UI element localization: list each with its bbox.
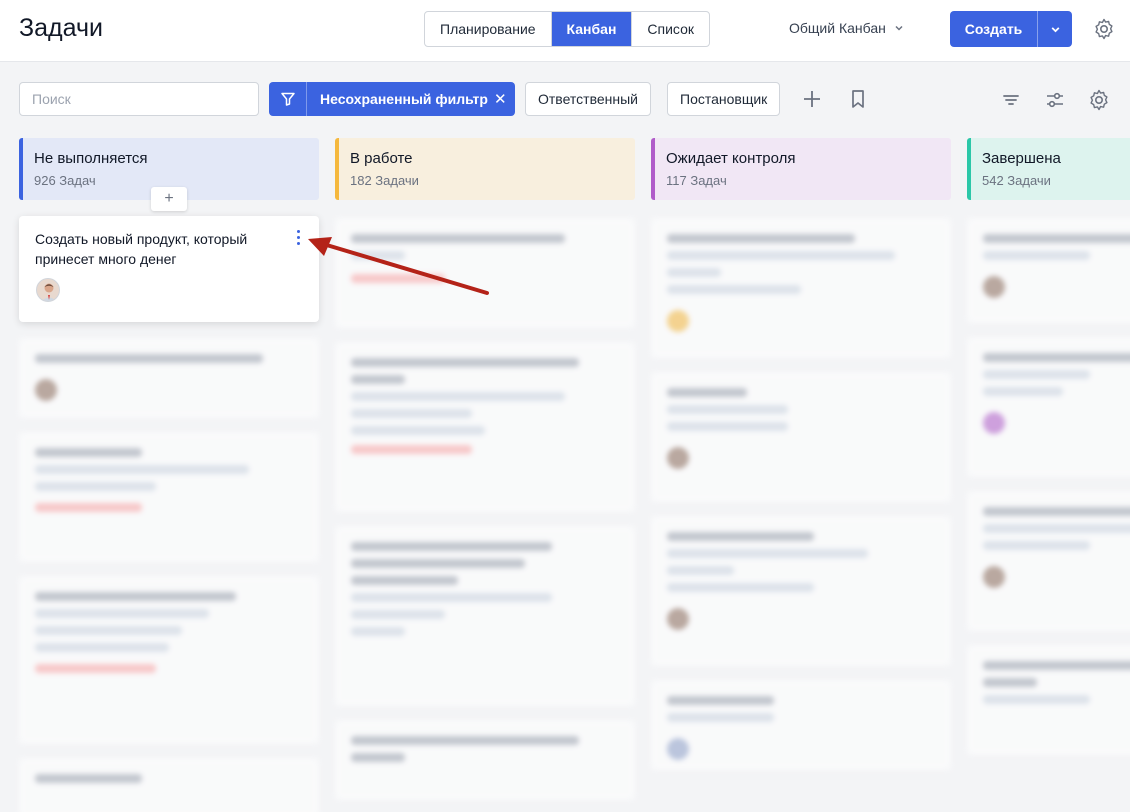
bookmark-icon[interactable] — [846, 87, 870, 111]
tab-kanban[interactable]: Канбан — [551, 12, 633, 46]
column-count: 182 Задачи — [350, 173, 419, 188]
column-title: Завершена — [982, 150, 1061, 167]
board-select[interactable]: Общий Канбан — [789, 20, 904, 36]
task-card[interactable]: Создать новый продукт, который принесет … — [19, 216, 319, 322]
author-filter-button[interactable]: Постановщик — [667, 82, 781, 116]
sort-icon[interactable] — [999, 88, 1023, 112]
column-title: Ожидает контроля — [666, 150, 796, 167]
active-filter-chip[interactable]: Несохраненный фильтр ✕ — [269, 82, 515, 116]
create-button-group: Создать — [950, 11, 1072, 47]
page-title: Задачи — [19, 14, 103, 42]
chevron-down-icon — [1051, 26, 1059, 32]
active-filter-label: Несохраненный фильтр — [320, 91, 488, 107]
tab-planning[interactable]: Планирование — [425, 12, 552, 46]
column-title: В работе — [350, 150, 413, 167]
funnel-icon[interactable] — [269, 82, 307, 116]
close-icon[interactable]: ✕ — [494, 90, 507, 108]
column-completed: Завершена 542 Задачи — [967, 138, 1130, 812]
column-title: Не выполняется — [34, 150, 148, 167]
task-card-title: Создать новый продукт, который принесет … — [35, 231, 248, 267]
plus-icon[interactable] — [800, 87, 824, 111]
column-header[interactable]: В работе 182 Задачи — [335, 138, 635, 200]
board-select-label: Общий Канбан — [789, 20, 886, 36]
gear-icon[interactable] — [1087, 88, 1111, 112]
search-input[interactable] — [19, 82, 259, 116]
column-in-progress: В работе 182 Задачи — [335, 138, 635, 812]
sliders-icon[interactable] — [1043, 88, 1067, 112]
tab-list[interactable]: Список — [632, 12, 709, 46]
top-bar: Задачи Планирование Канбан Список Общий … — [0, 0, 1130, 62]
blurred-cards — [19, 338, 319, 812]
filter-bar: Несохраненный фильтр ✕ Ответственный Пос… — [0, 62, 1130, 136]
column-count: 117 Задач — [666, 173, 727, 188]
view-tabs: Планирование Канбан Список — [424, 11, 710, 47]
blurred-cards — [651, 218, 951, 784]
create-button[interactable]: Создать — [950, 11, 1037, 47]
column-count: 926 Задач — [34, 173, 96, 188]
gear-icon[interactable] — [1092, 17, 1116, 41]
kanban-board: Не выполняется 926 Задач + Создать новый… — [0, 136, 1130, 812]
create-dropdown-button[interactable] — [1037, 11, 1072, 47]
chevron-down-icon — [895, 25, 903, 31]
blurred-cards — [335, 218, 635, 812]
column-header[interactable]: Завершена 542 Задачи — [967, 138, 1130, 200]
blurred-cards — [967, 218, 1130, 769]
avatar[interactable] — [36, 278, 60, 302]
column-count: 542 Задачи — [982, 173, 1051, 188]
column-awaiting-review: Ожидает контроля 117 Задач — [651, 138, 951, 812]
kebab-icon[interactable] — [289, 230, 307, 248]
assignee-filter-button[interactable]: Ответственный — [525, 82, 651, 116]
column-header[interactable]: Ожидает контроля 117 Задач — [651, 138, 951, 200]
add-task-button[interactable]: + — [151, 187, 187, 211]
